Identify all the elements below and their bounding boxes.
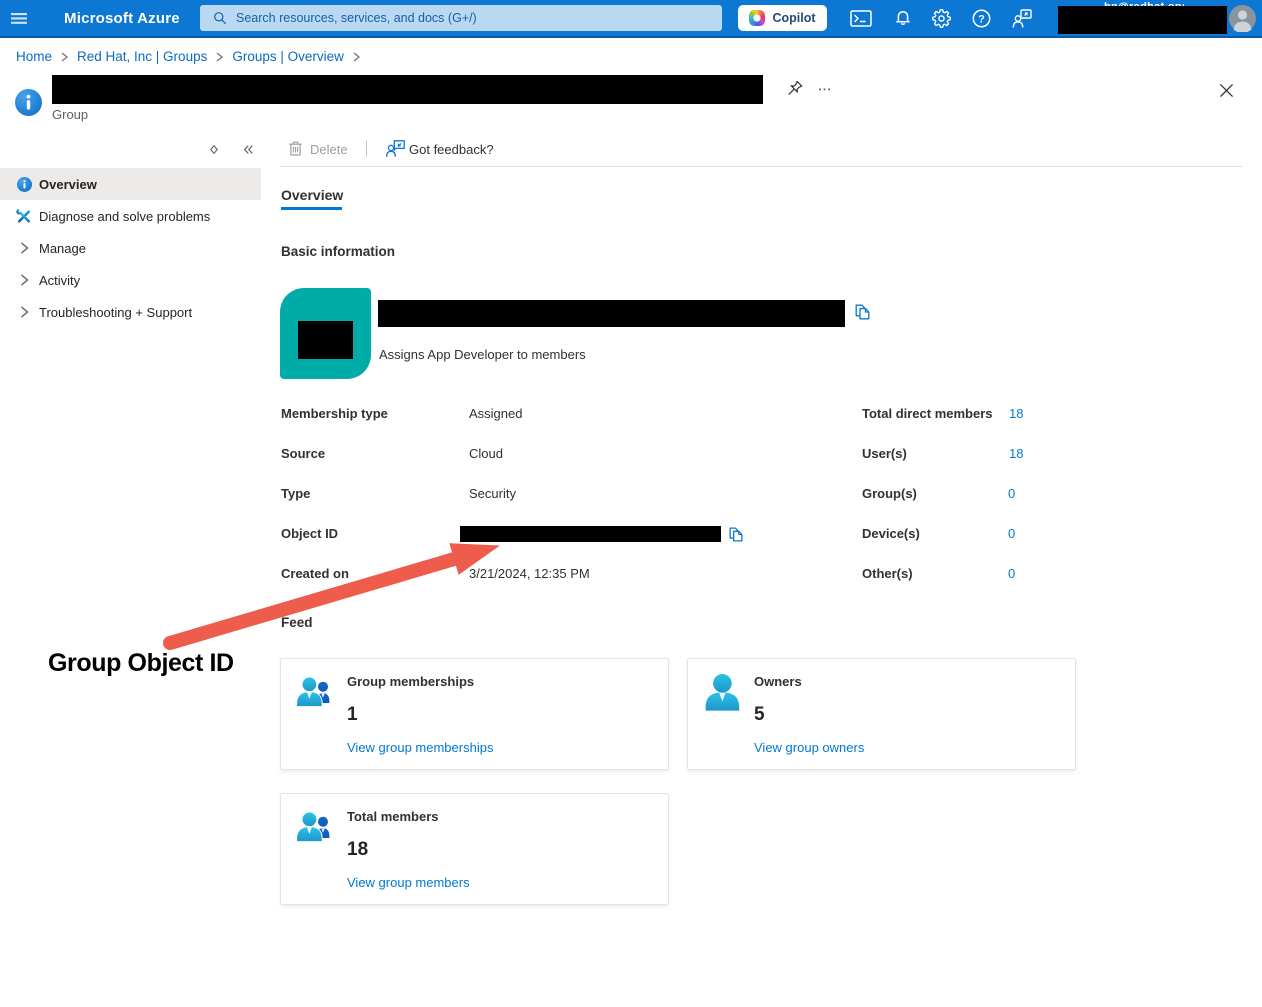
svg-text:?: ?: [978, 14, 985, 26]
